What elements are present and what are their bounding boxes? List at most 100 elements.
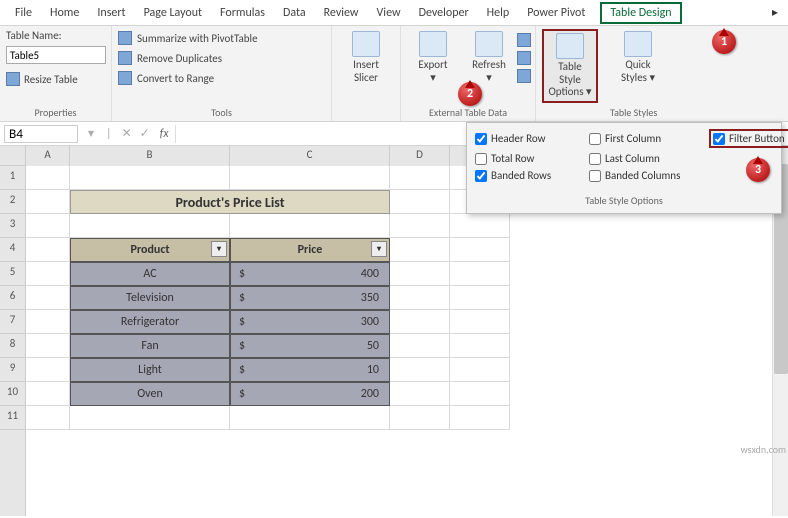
cell-B1[interactable] [70,166,230,190]
row-header-10[interactable]: 10 [0,382,25,406]
cell-E10[interactable] [450,382,510,406]
cell-A4[interactable] [26,238,70,262]
ext-icon-3[interactable] [517,69,531,83]
cell-E9[interactable] [450,358,510,382]
export-button[interactable]: Export▾ [405,29,461,84]
row-header-9[interactable]: 9 [0,358,25,382]
cell-A11[interactable] [26,406,70,430]
cell-E5[interactable] [450,262,510,286]
cell-A6[interactable] [26,286,70,310]
tab-data[interactable]: Data [274,2,315,24]
cell-E8[interactable] [450,334,510,358]
resize-table-button[interactable]: Resize Table [6,72,105,86]
cell-D2[interactable] [390,190,450,214]
cell-D1[interactable] [390,166,450,190]
tabs-overflow-icon[interactable]: ▸ [768,5,782,20]
row-header-8[interactable]: 8 [0,334,25,358]
cell-A3[interactable] [26,214,70,238]
header-product[interactable]: Product▾ [70,238,230,262]
cell-D6[interactable] [390,286,450,310]
cell-D10[interactable] [390,382,450,406]
row-header-7[interactable]: 7 [0,310,25,334]
cell-A9[interactable] [26,358,70,382]
opt-filter-button[interactable]: Filter Button [709,129,788,148]
tab-developer[interactable]: Developer [410,2,478,24]
col-header-A[interactable]: A [26,146,70,166]
cell-product-1[interactable]: AC [70,262,230,286]
name-box[interactable] [4,125,78,143]
insert-slicer-button[interactable]: InsertSlicer [338,29,394,84]
cell-D11[interactable] [390,406,450,430]
row-header-11[interactable]: 11 [0,406,25,430]
cell-product-4[interactable]: Fan [70,334,230,358]
cell-price-4[interactable]: $50 [230,334,390,358]
cell-E6[interactable] [450,286,510,310]
cell-price-3[interactable]: $300 [230,310,390,334]
select-all-corner[interactable] [0,146,25,166]
cell-A7[interactable] [26,310,70,334]
cell-A5[interactable] [26,262,70,286]
title-cell[interactable]: Product's Price List [70,190,390,214]
cell-A1[interactable] [26,166,70,190]
cell-product-6[interactable]: Oven [70,382,230,406]
cell-A10[interactable] [26,382,70,406]
cell-C3[interactable] [230,214,390,238]
cell-price-1[interactable]: $400 [230,262,390,286]
cell-C1[interactable] [230,166,390,190]
fx-cancel-icon[interactable]: ✕ [118,126,136,141]
fx-accept-icon[interactable]: ✓ [136,126,154,141]
tab-formulas[interactable]: Formulas [211,2,274,24]
cell-product-5[interactable]: Light [70,358,230,382]
ext-icon-2[interactable] [517,51,531,65]
filter-price-icon[interactable]: ▾ [371,241,387,257]
opt-banded-columns[interactable]: Banded Columns [589,169,705,182]
opt-total-row[interactable]: Total Row [475,152,585,165]
cell-D3[interactable] [390,214,450,238]
tab-view[interactable]: View [368,2,410,24]
row-header-5[interactable]: 5 [0,262,25,286]
filter-product-icon[interactable]: ▾ [211,241,227,257]
tab-table-design[interactable]: Table Design [600,2,681,24]
tab-review[interactable]: Review [315,2,368,24]
remove-duplicates-button[interactable]: Remove Duplicates [118,51,325,65]
opt-last-column[interactable]: Last Column [589,152,705,165]
namebox-dropdown-icon[interactable]: ▾ [82,126,100,141]
fx-icon[interactable]: fx [154,127,175,141]
tab-home[interactable]: Home [41,2,88,24]
header-price[interactable]: Price▾ [230,238,390,262]
quick-styles-button[interactable]: QuickStyles ▾ [610,29,666,84]
table-name-input[interactable] [6,46,106,64]
row-header-4[interactable]: 4 [0,238,25,262]
cell-E3[interactable] [450,214,510,238]
convert-range-button[interactable]: Convert to Range [118,71,325,85]
cell-A2[interactable] [26,190,70,214]
tab-file[interactable]: File [6,2,41,24]
opt-banded-rows[interactable]: Banded Rows [475,169,585,182]
summarize-pivot-button[interactable]: Summarize with PivotTable [118,31,325,45]
cell-D4[interactable] [390,238,450,262]
tab-page-layout[interactable]: Page Layout [135,2,211,24]
col-header-B[interactable]: B [70,146,230,166]
cell-D9[interactable] [390,358,450,382]
cell-price-2[interactable]: $350 [230,286,390,310]
cell-price-5[interactable]: $10 [230,358,390,382]
cell-E11[interactable] [450,406,510,430]
cell-product-3[interactable]: Refrigerator [70,310,230,334]
col-header-C[interactable]: C [230,146,390,166]
cell-D5[interactable] [390,262,450,286]
tab-help[interactable]: Help [478,2,519,24]
cell-D8[interactable] [390,334,450,358]
ext-icon-1[interactable] [517,33,531,47]
opt-header-row[interactable]: Header Row [475,129,585,148]
cell-E7[interactable] [450,310,510,334]
cell-B3[interactable] [70,214,230,238]
col-header-D[interactable]: D [390,146,450,166]
tab-insert[interactable]: Insert [88,2,134,24]
opt-first-column[interactable]: First Column [589,129,705,148]
row-header-2[interactable]: 2 [0,190,25,214]
cell-price-6[interactable]: $200 [230,382,390,406]
cell-E4[interactable] [450,238,510,262]
cell-D7[interactable] [390,310,450,334]
row-header-3[interactable]: 3 [0,214,25,238]
cell-product-2[interactable]: Television [70,286,230,310]
